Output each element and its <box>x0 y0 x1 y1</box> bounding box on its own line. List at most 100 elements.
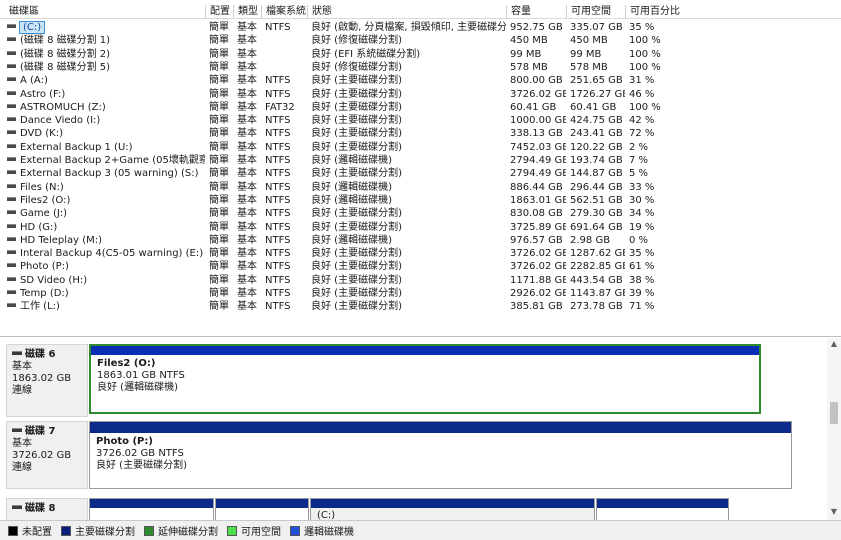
volume-cell-fs: NTFS <box>265 141 291 153</box>
disk-icon <box>12 428 22 432</box>
volume-cell-name: Temp (D:) <box>0 287 205 300</box>
legend-item: 未配置 <box>8 523 52 538</box>
volume-cell-capacity: 976.57 GB <box>510 234 563 246</box>
column-header-type[interactable]: 類型 <box>233 5 261 19</box>
column-header-status[interactable]: 狀態 <box>307 5 506 19</box>
volume-cell-free: 279.30 GB <box>570 208 623 220</box>
volume-cell-capacity: 385.81 GB <box>510 301 563 313</box>
volume-row[interactable]: External Backup 1 (U:) 簡單 基本 NTFS 良好 (主要磁碟分割… <box>0 141 841 154</box>
volume-icon <box>7 50 16 55</box>
volume-cell-capacity: 60.41 GB <box>510 101 557 113</box>
volume-row[interactable]: HD (G:) 簡單 基本 NTFS 良好 (主要磁碟分割) 3725.89 GB 691.… <box>0 221 841 234</box>
volume-cell-free: 1287.62 GB <box>570 248 625 260</box>
volume-name: External Backup 3 (05 warning) (S:) <box>20 168 199 180</box>
volume-cell-name: Interal Backup 4(C5-05 warning) (E:) <box>0 247 205 260</box>
disk-7-label[interactable]: 磁碟 7 基本 3726.02 GB 連線 <box>6 421 88 489</box>
volume-row[interactable]: A (A:) 簡單 基本 NTFS 良好 (主要磁碟分割) 800.00 GB 251.65… <box>0 74 841 87</box>
volume-row[interactable]: Photo (P:) 簡單 基本 NTFS 良好 (主要磁碟分割) 3726.02 GB 2… <box>0 260 841 273</box>
column-header-free-percent[interactable]: 可用百分比 <box>625 5 689 19</box>
volume-cell-pct: 30 % <box>629 194 655 206</box>
volume-cell-pct: 72 % <box>629 128 655 140</box>
volume-icon <box>7 223 16 228</box>
partition-files2[interactable]: Files2 (O:) 1863.01 GB NTFS 良好 (邏輯磁碟機) <box>89 344 761 414</box>
disk-state: 連線 <box>12 462 32 473</box>
volume-cell-type: 基本 <box>237 48 257 60</box>
volume-icon <box>7 276 16 281</box>
volume-cell-fs <box>261 61 307 74</box>
volume-cell-status: 良好 (修復磁碟分割) <box>311 61 402 73</box>
volume-cell-layout: 簡單 <box>209 101 229 113</box>
volume-cell-capacity: 2794.49 GB <box>510 168 566 180</box>
volume-icon <box>7 210 16 215</box>
volume-cell-layout: 簡單 <box>209 248 229 260</box>
disk-8-label[interactable]: 磁碟 8 <box>6 498 88 520</box>
volume-cell-fs: NTFS <box>265 221 291 233</box>
partition-disk8-5[interactable] <box>596 498 729 520</box>
volume-cell-pct: 39 % <box>629 288 655 299</box>
volume-row[interactable]: (C:) 簡單 基本 NTFS 良好 (啟動, 分頁檔案, 損毀傾印, 主要磁碟分割) 9… <box>0 21 841 34</box>
volume-row[interactable]: (磁碟 8 磁碟分割 5) 簡單 基本 良好 (修復磁碟分割) 578 MB 578 MB… <box>0 61 841 74</box>
volume-cell-status: 良好 (主要磁碟分割) <box>311 101 402 113</box>
volume-cell-layout: 簡單 <box>209 168 229 180</box>
partition-c[interactable]: (C:) <box>310 498 595 520</box>
volume-row[interactable]: Game (J:) 簡單 基本 NTFS 良好 (主要磁碟分割) 830.08 GB 279… <box>0 207 841 220</box>
volume-row[interactable]: SD Video (H:) 簡單 基本 NTFS 良好 (主要磁碟分割) 1171.88 … <box>0 274 841 287</box>
volume-row[interactable]: ASTROMUCH (Z:) 簡單 基本 FAT32 良好 (主要磁碟分割) 60.41 … <box>0 101 841 114</box>
volume-name: External Backup 1 (U:) <box>20 141 133 153</box>
volume-cell-fs: NTFS <box>265 115 291 127</box>
volume-cell-status: 良好 (邏輯磁碟機) <box>311 194 392 206</box>
volume-icon <box>7 183 16 188</box>
volume-cell-free: 2.98 GB <box>570 234 611 246</box>
volume-icon <box>7 37 16 42</box>
volume-row[interactable]: (磁碟 8 磁碟分割 2) 簡單 基本 良好 (EFI 系統磁碟分割) 99 MB 99 … <box>0 48 841 61</box>
volume-row[interactable]: Dance Viedo (I:) 簡單 基本 NTFS 良好 (主要磁碟分割) 1000.… <box>0 114 841 127</box>
disk-6-label[interactable]: 磁碟 6 基本 1863.02 GB 連線 <box>6 344 88 417</box>
column-header-filesystem[interactable]: 檔案系統 <box>261 5 307 19</box>
volume-icon <box>7 117 16 122</box>
partition-disk8-1[interactable] <box>89 498 214 520</box>
volume-cell-name: 工作 (L:) <box>0 300 205 313</box>
partition-photo[interactable]: Photo (P:) 3726.02 GB NTFS 良好 (主要磁碟分割) <box>89 421 792 489</box>
scrollbar-thumb[interactable] <box>830 402 838 424</box>
scroll-down-icon[interactable]: ▼ <box>830 508 838 516</box>
volume-row[interactable]: Files (N:) 簡單 基本 NTFS 良好 (邏輯磁碟機) 886.44 GB 296… <box>0 181 841 194</box>
volume-cell-fs: NTFS <box>265 208 291 220</box>
volume-cell-status: 良好 (主要磁碟分割) <box>311 168 402 180</box>
volume-cell-capacity: 886.44 GB <box>510 181 563 193</box>
volume-name: SD Video (H:) <box>20 274 88 286</box>
column-header-capacity[interactable]: 容量 <box>506 5 566 19</box>
column-header-layout[interactable]: 配置 <box>205 5 233 19</box>
volume-name: ASTROMUCH (Z:) <box>20 101 106 113</box>
column-header-free-space[interactable]: 可用空間 <box>566 5 625 19</box>
volume-row[interactable]: External Backup 2+Game (05壞軌觀察) (R:) 簡單基本… <box>0 154 841 167</box>
partition-disk8-2[interactable] <box>215 498 309 520</box>
volume-row[interactable]: Temp (D:) 簡單 基本 NTFS 良好 (主要磁碟分割) 2926.02 GB 11… <box>0 287 841 300</box>
volume-row[interactable]: DVD (K:) 簡單 基本 NTFS 良好 (主要磁碟分割) 338.13 GB 243.… <box>0 127 841 140</box>
column-header-volume[interactable]: 磁碟區 <box>0 5 205 19</box>
volume-icon <box>7 90 16 95</box>
volume-cell-capacity: 800.00 GB <box>510 75 563 87</box>
volume-row[interactable]: Interal Backup 4(C5-05 warning) (E:) 簡單 基本… <box>0 247 841 260</box>
volume-row[interactable]: HD Teleplay (M:) 簡單 基本 NTFS 良好 (邏輯磁碟機) 976.57… <box>0 234 841 247</box>
disk-view-scrollbar[interactable]: ▲ ▼ <box>827 338 841 520</box>
volume-row[interactable]: Astro (F:) 簡單 基本 NTFS 良好 (主要磁碟分割) 3726.02 GB 1… <box>0 88 841 101</box>
volume-row[interactable]: Files2 (O:) 簡單 基本 NTFS 良好 (邏輯磁碟機) 1863.01 GB 5… <box>0 194 841 207</box>
volume-cell-type: 基本 <box>237 234 257 246</box>
volume-cell-layout: 簡單 <box>209 288 229 299</box>
legend-item: 延伸磁碟分割 <box>144 523 218 538</box>
volume-row[interactable]: External Backup 3 (05 warning) (S:) 簡單 基本 N… <box>0 167 841 180</box>
primary-partition-bar <box>91 346 759 355</box>
volume-cell-free: 120.22 GB <box>570 141 623 153</box>
legend-label: 延伸磁碟分割 <box>158 527 218 538</box>
scroll-up-icon[interactable]: ▲ <box>830 340 838 348</box>
volume-cell-status: 良好 (修復磁碟分割) <box>311 35 402 47</box>
volume-row[interactable]: (磁碟 8 磁碟分割 1) 簡單 基本 良好 (修復磁碟分割) 450 MB 450 MB… <box>0 34 841 47</box>
volume-cell-capacity: 338.13 GB <box>510 128 563 140</box>
volume-cell-layout: 簡單 <box>209 48 229 60</box>
volume-row[interactable]: 工作 (L:) 簡單 基本 NTFS 良好 (主要磁碟分割) 385.81 GB 273.7… <box>0 300 841 313</box>
legend-swatch <box>8 525 18 536</box>
volume-cell-name: ASTROMUCH (Z:) <box>0 101 205 114</box>
volume-cell-pct: 19 % <box>629 221 655 233</box>
volume-cell-type: 基本 <box>237 128 257 140</box>
volume-cell-layout: 簡單 <box>209 128 229 140</box>
